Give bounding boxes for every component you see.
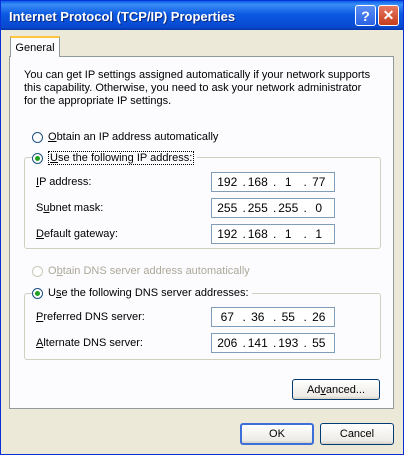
obtain-ip-auto-label: Obtain an IP address automatically bbox=[48, 131, 219, 143]
tab-general-label: General bbox=[15, 41, 55, 54]
cancel-button[interactable]: Cancel bbox=[320, 423, 394, 445]
intro-text: You can get IP settings assigned automat… bbox=[24, 69, 371, 107]
subnet-mask-input[interactable]: 255. 255. 255. 0 bbox=[211, 198, 335, 218]
use-following-ip-label: Use the following IP address: bbox=[48, 151, 195, 165]
close-icon: ✕ bbox=[382, 7, 395, 23]
ip-address-input[interactable]: 192. 168. 1. 77 bbox=[211, 172, 335, 192]
title-bar[interactable]: Internet Protocol (TCP/IP) Properties ? … bbox=[1, 1, 403, 30]
radio-button-checked-icon[interactable] bbox=[32, 287, 43, 299]
help-button[interactable]: ? bbox=[355, 5, 376, 26]
preferred-dns-label: Preferred DNS server: bbox=[36, 311, 145, 323]
window-title: Internet Protocol (TCP/IP) Properties bbox=[9, 9, 236, 24]
cancel-button-label: Cancel bbox=[339, 428, 375, 440]
default-gateway-label: Default gateway: bbox=[36, 228, 118, 240]
close-button[interactable]: ✕ bbox=[378, 5, 399, 26]
use-following-dns-radio[interactable]: Use the following DNS server addresses: bbox=[32, 285, 252, 301]
obtain-dns-auto-label: Obtain DNS server address automatically bbox=[48, 265, 250, 277]
radio-button-icon[interactable] bbox=[32, 131, 43, 143]
default-gateway-input[interactable]: 192. 168. 1. 1 bbox=[211, 224, 335, 244]
radio-button-disabled-icon[interactable] bbox=[32, 265, 43, 277]
ok-button[interactable]: OK bbox=[240, 423, 314, 445]
radio-button-checked-icon[interactable] bbox=[32, 152, 43, 164]
tab-general[interactable]: General bbox=[10, 36, 60, 57]
obtain-ip-auto-radio[interactable]: Obtain an IP address automatically bbox=[32, 129, 218, 145]
help-icon: ? bbox=[361, 7, 370, 24]
subnet-mask-label: Subnet mask: bbox=[36, 202, 104, 214]
obtain-dns-auto-radio[interactable]: Obtain DNS server address automatically bbox=[32, 263, 250, 279]
alternate-dns-input[interactable]: 206. 141. 193. 55 bbox=[211, 333, 335, 353]
alternate-dns-label: Alternate DNS server: bbox=[36, 337, 143, 349]
advanced-button-label: Advanced... bbox=[306, 383, 366, 396]
use-following-ip-radio[interactable]: Use the following IP address: bbox=[32, 150, 198, 166]
advanced-button[interactable]: Advanced... bbox=[292, 379, 380, 400]
use-following-dns-label: Use the following DNS server addresses: bbox=[48, 287, 249, 299]
preferred-dns-input[interactable]: 67. 36. 55. 26 bbox=[211, 307, 335, 327]
ip-address-label: IP address: bbox=[36, 176, 92, 188]
ok-button-label: OK bbox=[269, 428, 285, 440]
